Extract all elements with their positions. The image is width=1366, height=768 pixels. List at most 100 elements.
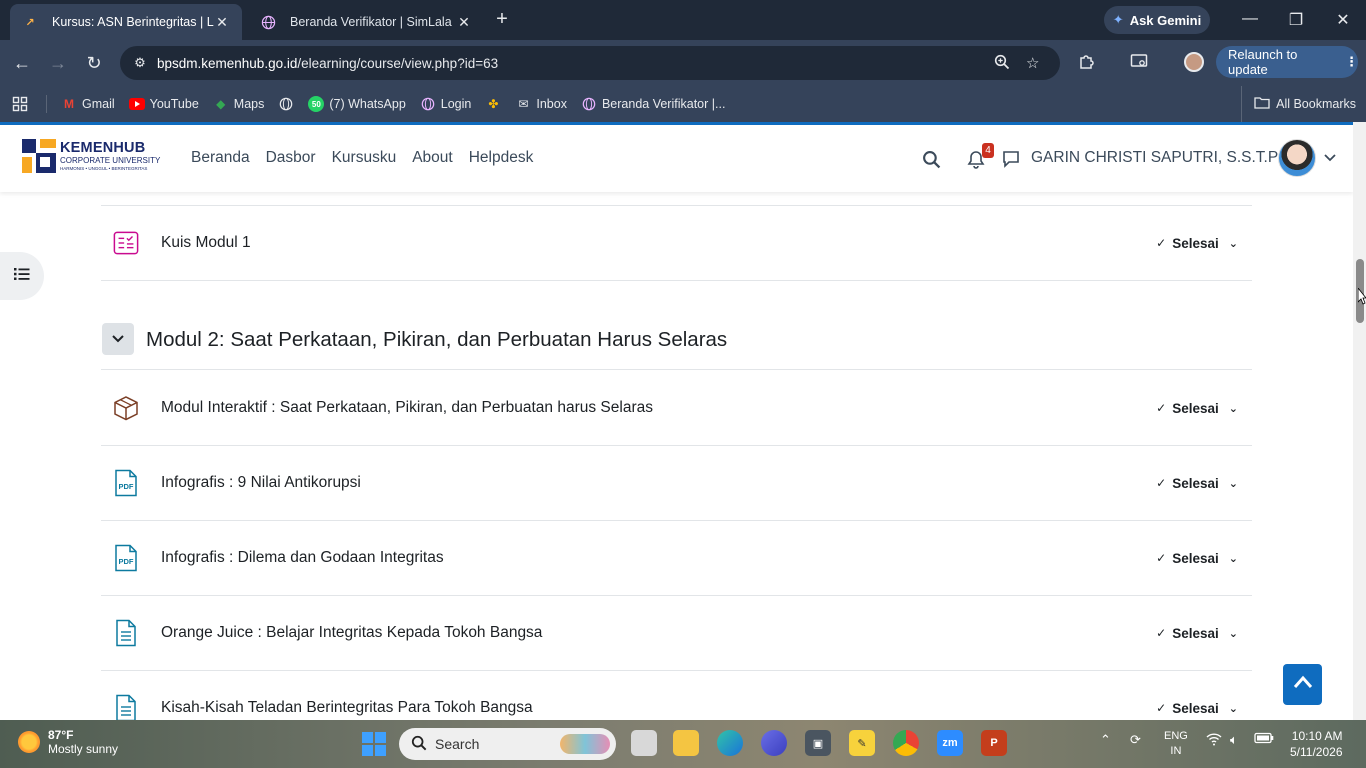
wifi-icon[interactable] <box>1206 732 1222 749</box>
weather-widget[interactable]: 87°F Mostly sunny <box>18 728 118 757</box>
nav-beranda[interactable]: Beranda <box>191 149 250 167</box>
app-icon[interactable] <box>761 730 787 756</box>
bookmark-whatsapp[interactable]: 50 (7) WhatsApp <box>308 96 406 112</box>
activity-name[interactable]: Kisah-Kisah Teladan Berintegritas Para T… <box>161 699 533 717</box>
bookmark-photos[interactable]: ✤ <box>485 96 501 112</box>
activity-row[interactable]: PDF Infografis : Dilema dan Godaan Integ… <box>101 521 1252 596</box>
activity-name[interactable]: Kuis Modul 1 <box>161 234 251 252</box>
address-bar[interactable]: ⚙ bpsdm.kemenhub.go.id/elearning/course/… <box>120 46 1060 80</box>
quiz-icon <box>113 230 139 256</box>
chevron-up-icon[interactable]: ⌃ <box>1100 732 1111 748</box>
youtube-icon <box>128 96 145 112</box>
message-bubble-icon[interactable] <box>1002 150 1020 173</box>
maps-pin-icon: ◆ <box>216 97 226 111</box>
reload-icon[interactable]: ↻ <box>83 52 105 74</box>
cast-media-icon[interactable] <box>1130 52 1148 75</box>
completion-status-dropdown[interactable]: ✓ Selesai ⌄ <box>1156 476 1238 491</box>
sticky-notes-icon[interactable]: ✎ <box>849 730 875 756</box>
url-host: bpsdm.kemenhub.go.id <box>157 55 298 71</box>
more-menu-icon[interactable]: ⋮ <box>1345 54 1358 70</box>
chrome-icon[interactable] <box>893 730 919 756</box>
tab-title: Kursus: ASN Berintegritas | LMS <box>52 15 214 29</box>
tab-lms-course[interactable]: ↗ Kursus: ASN Berintegritas | LMS ✕ <box>10 4 242 40</box>
language-indicator[interactable]: ENG IN <box>1164 729 1188 759</box>
activity-name[interactable]: Infografis : 9 Nilai Antikorupsi <box>161 474 361 492</box>
bookmark-login[interactable]: Login <box>420 96 472 112</box>
completion-status-dropdown[interactable]: ✓ Selesai ⌄ <box>1156 401 1238 416</box>
restore-window-icon[interactable]: ❐ <box>1286 10 1306 30</box>
all-bookmarks-button[interactable]: All Bookmarks <box>1241 86 1356 122</box>
ask-gemini-button[interactable]: ✦ Ask Gemini <box>1104 6 1210 34</box>
weather-description: Mostly sunny <box>48 742 119 757</box>
file-explorer-icon[interactable] <box>673 730 699 756</box>
clock-time: 10:10 AM <box>1291 729 1343 743</box>
close-tab-icon[interactable]: ✕ <box>214 14 230 31</box>
section-collapse-button[interactable] <box>102 323 134 355</box>
chevron-down-icon[interactable] <box>1324 151 1336 165</box>
activity-row[interactable]: Orange Juice : Belajar Integritas Kepada… <box>101 596 1252 671</box>
browser-profile-avatar[interactable] <box>1184 52 1204 72</box>
powerpoint-icon[interactable]: P <box>981 730 1007 756</box>
user-avatar[interactable] <box>1278 139 1316 177</box>
nav-helpdesk[interactable]: Helpdesk <box>469 149 534 167</box>
check-icon: ✓ <box>1156 551 1167 565</box>
page-scrollbar[interactable] <box>1353 122 1366 720</box>
activity-row[interactable]: Kuis Modul 1 ✓ Selesai ⌄ <box>101 206 1252 281</box>
bookmark-youtube[interactable]: YouTube <box>128 96 199 112</box>
extensions-icon[interactable] <box>1078 52 1096 75</box>
completion-status-dropdown[interactable]: ✓ Selesai ⌄ <box>1156 551 1238 566</box>
bookmark-verifikator[interactable]: Beranda Verifikator |... <box>581 96 725 112</box>
back-to-top-button[interactable] <box>1283 664 1322 705</box>
search-icon[interactable] <box>922 150 941 174</box>
minimize-window-icon[interactable]: — <box>1240 10 1260 28</box>
section-title[interactable]: Modul 2: Saat Perkataan, Pikiran, dan Pe… <box>146 328 727 352</box>
activity-name[interactable]: Modul Interaktif : Saat Perkataan, Pikir… <box>161 399 653 417</box>
back-arrow-icon[interactable]: ← <box>11 52 33 74</box>
tab-simlala[interactable]: Beranda Verifikator | SimLala ✕ <box>248 4 484 40</box>
apps-grid-icon[interactable] <box>12 96 28 112</box>
sync-icon[interactable]: ⟳ <box>1130 732 1141 748</box>
completion-status-dropdown[interactable]: ✓ Selesai ⌄ <box>1156 236 1238 251</box>
activity-row[interactable]: Modul Interaktif : Saat Perkataan, Pikir… <box>101 371 1252 446</box>
nav-about[interactable]: About <box>412 149 453 167</box>
close-tab-icon[interactable]: ✕ <box>456 14 472 31</box>
bookmark-inbox[interactable]: ✉ Inbox <box>515 96 567 112</box>
site-info-icon[interactable]: ⚙ <box>130 55 150 71</box>
nav-kursusku[interactable]: Kursusku <box>332 149 397 167</box>
bookmark-gmail[interactable]: M Gmail <box>61 96 115 112</box>
task-view-icon[interactable] <box>631 730 657 756</box>
completion-status-dropdown[interactable]: ✓ Selesai ⌄ <box>1156 626 1238 641</box>
new-tab-button[interactable]: + <box>492 9 512 30</box>
user-menu-name[interactable]: GARIN CHRISTI SAPUTRI, S.S.T.Pel <box>1031 149 1290 167</box>
browser-tab-bar: ↗ Kursus: ASN Berintegritas | LMS ✕ Bera… <box>0 0 1366 40</box>
camera-icon[interactable]: ▣ <box>805 730 831 756</box>
activity-name[interactable]: Infografis : Dilema dan Godaan Integrita… <box>161 549 444 567</box>
bookmark-star-icon[interactable]: ☆ <box>1026 54 1039 72</box>
zoom-icon[interactable]: zm <box>937 730 963 756</box>
bookmark-globe[interactable] <box>278 96 294 112</box>
completion-status-dropdown[interactable]: ✓ Selesai ⌄ <box>1156 701 1238 716</box>
activity-row[interactable]: PDF Infografis : 9 Nilai Antikorupsi ✓ S… <box>101 446 1252 521</box>
zoom-icon[interactable] <box>994 54 1010 74</box>
bookmark-label: YouTube <box>149 97 199 111</box>
system-clock[interactable]: 10:10 AM 5/11/2026 <box>1290 728 1343 760</box>
close-window-icon[interactable]: ✕ <box>1333 10 1353 30</box>
course-index-toggle[interactable] <box>0 252 44 300</box>
forward-arrow-icon[interactable]: → <box>47 52 69 74</box>
bookmark-label: Login <box>440 97 472 111</box>
edge-browser-icon[interactable] <box>717 730 743 756</box>
kemenhub-logo[interactable]: KEMENHUB CORPORATE UNIVERSITY HARMONIS •… <box>22 139 160 173</box>
clock-date: 5/11/2026 <box>1290 745 1343 760</box>
windows-start-icon[interactable] <box>362 732 386 756</box>
battery-icon[interactable] <box>1254 732 1274 747</box>
search-icon <box>411 735 427 754</box>
nav-dasbor[interactable]: Dasbor <box>266 149 316 167</box>
volume-icon[interactable]: 🔈︎ <box>1230 732 1238 748</box>
activity-row[interactable]: Kisah-Kisah Teladan Berintegritas Para T… <box>101 671 1252 720</box>
svg-text:PDF: PDF <box>119 482 134 491</box>
activity-name[interactable]: Orange Juice : Belajar Integritas Kepada… <box>161 624 542 642</box>
bookmark-maps[interactable]: ◆ Maps <box>213 96 264 112</box>
taskbar-search[interactable]: Search <box>399 728 616 760</box>
relaunch-to-update-button[interactable]: Relaunch to update ⋮ <box>1216 46 1358 78</box>
check-icon: ✓ <box>1156 626 1167 640</box>
